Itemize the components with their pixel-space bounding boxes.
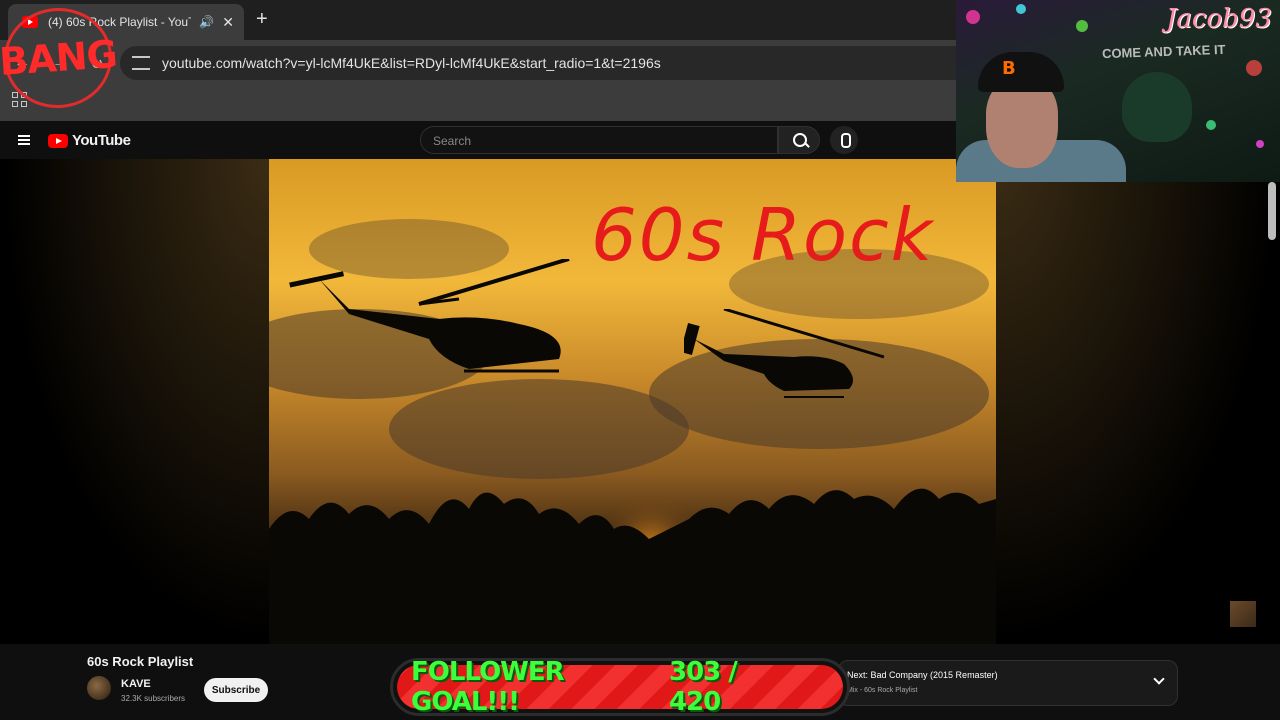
address-url[interactable]: youtube.com/watch?v=yl-lcMf4UkE&list=RDy… — [162, 55, 661, 71]
helicopter-right — [684, 309, 885, 398]
up-next-subtitle: Mix - 60s Rock Playlist — [847, 687, 918, 694]
video-player[interactable]: 60s Rock — [0, 159, 1280, 644]
subscribe-button[interactable]: Subscribe — [204, 678, 268, 702]
up-next-panel[interactable]: Next: Bad Company (2015 Remaster) Mix - … — [838, 660, 1178, 706]
search-input[interactable]: Search — [420, 126, 778, 154]
ambient-glow-right — [996, 159, 1280, 644]
follower-goal-count: 303 / 420 — [668, 657, 738, 717]
up-next-title: Next: Bad Company (2015 Remaster) — [847, 670, 998, 680]
treeline-silhouette — [269, 488, 996, 644]
youtube-logo-text: YouTube — [72, 132, 131, 149]
site-settings-icon[interactable] — [132, 56, 150, 70]
follower-goal-widget: FOLLOWER GOAL!!! 303 / 420 — [390, 657, 850, 717]
ambient-glow-left — [0, 159, 269, 644]
page-scrollbar[interactable] — [1268, 182, 1276, 240]
channel-subscribers: 32.3K subscribers — [121, 694, 186, 703]
channel-avatar[interactable] — [87, 676, 111, 700]
skull-decor — [1122, 72, 1192, 142]
follower-goal-label: FOLLOWER GOAL!!! — [411, 657, 565, 717]
streamer-hat — [978, 52, 1064, 92]
hat-logo: B — [1002, 58, 1016, 79]
chevron-down-icon[interactable] — [1153, 673, 1165, 685]
video-info-bar: 60s Rock Playlist KAVE 32.3K subscribers… — [0, 644, 1280, 720]
microphone-icon[interactable] — [830, 126, 858, 154]
corner-thumbnail[interactable] — [1230, 601, 1256, 627]
streamer-name: Jacob93 — [1166, 4, 1272, 34]
follower-goal-bar: FOLLOWER GOAL!!! 303 / 420 — [397, 657, 843, 717]
address-bar[interactable]: youtube.com/watch?v=yl-lcMf4UkE&list=RDy… — [120, 46, 980, 80]
webcam-sign: COME AND TAKE IT — [1101, 41, 1226, 62]
video-frame[interactable]: 60s Rock — [269, 159, 996, 644]
video-title: 60s Rock Playlist — [87, 654, 194, 669]
webcam-overlay: COME AND TAKE IT B Jacob93 — [956, 0, 1280, 182]
close-tab-icon[interactable]: ✕ — [222, 14, 234, 31]
channel-name[interactable]: KAVE — [121, 678, 151, 690]
new-tab-button[interactable]: + — [256, 8, 268, 31]
hamburger-menu-icon[interactable] — [18, 135, 30, 145]
youtube-logo[interactable]: YouTube — [48, 132, 131, 149]
video-overlay-title: 60s Rock — [591, 193, 935, 277]
helicopter-left — [289, 259, 570, 373]
speaker-icon[interactable]: 🔊 — [199, 15, 214, 29]
search-icon[interactable] — [778, 126, 820, 154]
youtube-play-icon — [48, 133, 68, 148]
